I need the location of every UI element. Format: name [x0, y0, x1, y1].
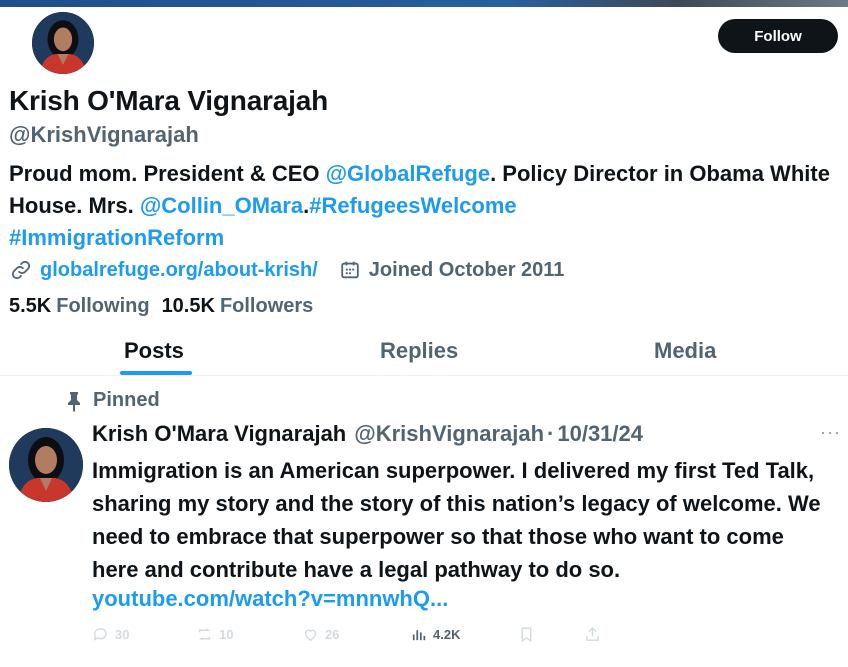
post-link[interactable]: youtube.com/watch?v=mnnwhQ...	[92, 586, 448, 612]
reply-button[interactable]: 30	[92, 626, 129, 643]
profile-name: Krish O'Mara Vignarajah	[9, 85, 328, 116]
following-label[interactable]: Following	[56, 295, 149, 318]
views-count: 4.2K	[433, 627, 461, 642]
share-icon	[586, 627, 599, 641]
profile-handle: @KrishVignarajah	[9, 122, 199, 147]
repost-count: 10	[219, 627, 234, 642]
more-options-icon[interactable]: ···	[820, 422, 841, 443]
followers-label[interactable]: Followers	[220, 295, 313, 318]
profile-meta: globalrefuge.org/about-krish/ Joined Oct…	[9, 256, 564, 284]
profile-website-link[interactable]: globalrefuge.org/about-krish/	[40, 259, 318, 282]
follow-button[interactable]: Follow	[718, 19, 838, 53]
post-author-avatar[interactable]	[9, 428, 83, 502]
views-icon	[412, 630, 426, 641]
pinned-indicator: Pinned	[64, 389, 160, 412]
profile-banner	[0, 0, 848, 7]
post-separator: ·	[547, 421, 555, 446]
tab-posts[interactable]: Posts	[124, 338, 184, 364]
post-author-name[interactable]: Krish O'Mara Vignarajah	[92, 421, 346, 447]
tab-media[interactable]: Media	[654, 338, 716, 364]
heart-icon	[304, 629, 317, 642]
following-count[interactable]: 5.5K	[9, 295, 51, 318]
views-button[interactable]: 4.2K	[410, 626, 460, 643]
profile-avatar[interactable]	[29, 9, 97, 77]
bio-hashtag-immigrationreform[interactable]: #ImmigrationReform	[9, 225, 224, 250]
like-button[interactable]: 26	[302, 626, 339, 643]
link-icon	[9, 258, 33, 282]
profile-counts: 5.5K Following 10.5K Followers	[9, 295, 325, 318]
profile-tabs: Posts Replies Media	[0, 330, 848, 376]
pin-icon	[68, 391, 80, 412]
post-text: Immigration is an American superpower. I…	[92, 458, 821, 582]
bio-mention-globalrefuge[interactable]: @GlobalRefuge	[326, 161, 490, 186]
bookmark-icon	[521, 627, 532, 643]
calendar-icon	[338, 258, 362, 282]
bio-hashtag-refugeeswelcome[interactable]: #RefugeesWelcome	[309, 193, 516, 218]
post-author-handle[interactable]: @KrishVignarajah	[354, 421, 544, 447]
bio-text: Proud mom. President & CEO	[9, 161, 326, 186]
post-header: Krish O'Mara Vignarajah @KrishVignarajah…	[92, 421, 643, 447]
bio-mention-collin[interactable]: @Collin_OMara	[140, 193, 303, 218]
post-date[interactable]: 10/31/24	[557, 421, 643, 447]
followers-count[interactable]: 10.5K	[162, 295, 215, 318]
active-tab-indicator	[120, 371, 192, 375]
tab-replies[interactable]: Replies	[380, 338, 458, 364]
bookmark-button[interactable]	[518, 626, 541, 643]
post-actions: 30 10 26 4.2K	[92, 626, 612, 646]
pinned-label: Pinned	[93, 389, 160, 411]
reply-icon	[93, 628, 107, 641]
repost-button[interactable]: 10	[196, 626, 233, 643]
like-count: 26	[325, 627, 340, 642]
profile-bio: Proud mom. President & CEO @GlobalRefuge…	[9, 158, 839, 254]
reply-count: 30	[115, 627, 130, 642]
repost-icon	[198, 628, 211, 641]
profile-joined-date: Joined October 2011	[368, 258, 565, 281]
share-button[interactable]	[584, 626, 607, 643]
